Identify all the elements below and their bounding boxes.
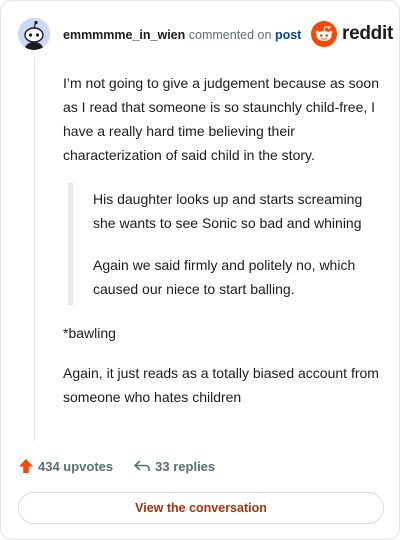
comment-body: I’m not going to give a judgement becaus… [63, 71, 381, 409]
comment-paragraph: I’m not going to give a judgement becaus… [63, 75, 379, 163]
view-conversation-button[interactable]: View the conversation [18, 492, 384, 524]
replies-count: 33 replies [155, 458, 216, 474]
quote-paragraph: His daughter looks up and starts screami… [93, 191, 363, 231]
blockquote: His daughter looks up and starts screami… [68, 183, 381, 305]
thread-line [34, 57, 35, 441]
post-link[interactable]: post [275, 28, 301, 42]
upvote-button[interactable]: 434 upvotes [18, 458, 113, 474]
reddit-brand[interactable]: reddit [311, 21, 393, 47]
replies-button[interactable]: 33 replies [133, 458, 215, 474]
user-avatar[interactable] [18, 18, 50, 50]
commented-on-text: commented on [188, 28, 272, 42]
comment-header: emmmmme_in_wien commented on post [63, 27, 301, 43]
reply-arrow-icon [134, 460, 150, 471]
comment-paragraph: Again, it just reads as a totally biased… [63, 365, 379, 405]
quote-paragraph: Again we said firmly and politely no, wh… [93, 257, 356, 297]
comment-actions: 434 upvotes 33 replies [18, 458, 215, 474]
reddit-wordmark: reddit [342, 23, 393, 44]
snoo-avatar-icon [18, 18, 50, 50]
upvote-count: 434 upvotes [38, 458, 114, 474]
reddit-logo-icon [311, 21, 337, 47]
comment-paragraph: *bawling [63, 325, 116, 341]
comment-card: emmmmme_in_wien commented on post reddit… [0, 0, 400, 540]
username-link[interactable]: emmmmme_in_wien [63, 28, 185, 42]
upvote-arrow-icon [19, 459, 33, 473]
